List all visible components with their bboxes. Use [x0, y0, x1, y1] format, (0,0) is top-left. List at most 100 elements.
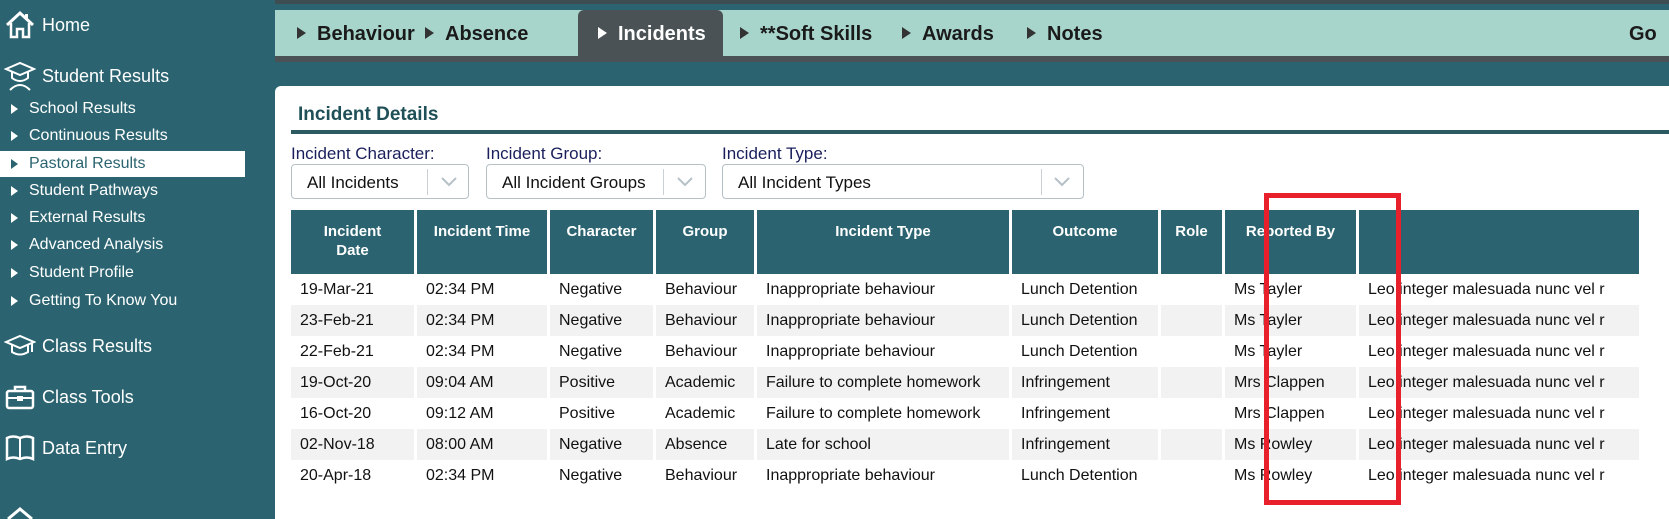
go-button[interactable]: Go — [1615, 10, 1669, 56]
table-row[interactable]: 02-Nov-18 08:00 AM Negative Absence Late for… — [291, 429, 1639, 460]
cell-group: Behaviour — [656, 305, 754, 336]
cell-incident-time: 09:04 AM — [417, 367, 547, 398]
cell-role — [1161, 398, 1222, 429]
cell-incident-date: 19-Oct-20 — [291, 367, 414, 398]
cell-role — [1161, 336, 1222, 367]
header-outcome[interactable]: Outcome — [1012, 210, 1158, 274]
tab-bar: Behaviour Absence Incidents **Soft Skill… — [275, 10, 1669, 56]
caret-right-icon — [11, 186, 18, 196]
header-details[interactable] — [1359, 210, 1639, 274]
cell-character: Positive — [550, 367, 653, 398]
header-group[interactable]: Group — [656, 210, 754, 274]
sidebar-item-student-results[interactable]: Student Results — [0, 56, 260, 96]
table-row[interactable]: 16-Oct-20 09:12 AM Positive Academic Failure… — [291, 398, 1639, 429]
sidebar-item-label: School Results — [29, 100, 136, 117]
tab-label: Awards — [922, 23, 994, 45]
header-role[interactable]: Role — [1161, 210, 1222, 274]
cell-incident-type: Inappropriate behaviour — [757, 336, 1009, 367]
tab-soft-skills[interactable]: **Soft Skills — [718, 10, 888, 56]
table-row[interactable]: 22-Feb-21 02:34 PM Negative Behaviour Inappr… — [291, 336, 1639, 367]
sidebar-item-external-results[interactable]: External Results — [0, 205, 245, 231]
header-label: Date — [336, 242, 369, 259]
cell-group: Academic — [656, 398, 754, 429]
header-incident-time[interactable]: Incident Time — [417, 210, 547, 274]
graduation-cap-icon — [4, 334, 36, 356]
table-row[interactable]: 23-Feb-21 02:34 PM Negative Behaviour Inappr… — [291, 305, 1639, 336]
header-reported-by[interactable]: Reported By — [1225, 210, 1356, 274]
cell-incident-type: Inappropriate behaviour — [757, 460, 1009, 491]
sidebar-item-label: Data Entry — [42, 437, 128, 458]
cell-role — [1161, 429, 1222, 460]
header-incident-date[interactable]: Incident Date — [291, 210, 414, 274]
cell-character: Negative — [550, 274, 653, 305]
divider — [1041, 169, 1042, 195]
divider — [291, 130, 1669, 134]
tab-notes[interactable]: Notes — [1005, 10, 1125, 56]
select-value: All Incident Groups — [502, 173, 646, 192]
incident-panel: Incident Details Incident Character: All… — [275, 86, 1669, 519]
caret-right-icon — [11, 131, 18, 141]
incident-character-select[interactable]: All Incidents — [291, 164, 469, 199]
divider — [663, 169, 664, 195]
cell-reported-by: Ms Rowley — [1225, 460, 1356, 491]
header-incident-type[interactable]: Incident Type — [757, 210, 1009, 274]
toolbox-icon — [5, 385, 35, 410]
cell-incident-time: 08:00 AM — [417, 429, 547, 460]
tab-label: Notes — [1047, 23, 1103, 45]
sidebar-item-student-profile[interactable]: Student Profile — [0, 260, 245, 286]
sidebar-item-school-results[interactable]: School Results — [0, 96, 245, 122]
tab-awards[interactable]: Awards — [880, 10, 1005, 56]
sidebar-item-getting-to-know-you[interactable]: Getting To Know You — [0, 288, 245, 314]
incident-type-select[interactable]: All Incident Types — [722, 164, 1084, 199]
tab-incidents[interactable]: Incidents — [578, 10, 723, 56]
sidebar-item-home[interactable]: Home — [0, 5, 260, 45]
table-row[interactable]: 19-Oct-20 09:04 AM Positive Academic Failure… — [291, 367, 1639, 398]
sidebar: Home Student Results School Results Cont… — [0, 0, 275, 519]
sidebar-item-label: Pastoral Results — [29, 155, 146, 172]
sidebar-item-continuous-results[interactable]: Continuous Results — [0, 123, 245, 149]
table-body: 19-Mar-21 02:34 PM Negative Behaviour Inappr… — [291, 274, 1639, 491]
panel-title: Incident Details — [298, 104, 439, 125]
cell-incident-type: Inappropriate behaviour — [757, 305, 1009, 336]
tab-label: **Soft Skills — [760, 23, 873, 45]
cell-reported-by: Ms Tayler — [1225, 274, 1356, 305]
incident-group-select[interactable]: All Incident Groups — [486, 164, 706, 199]
sidebar-item-class-tools[interactable]: Class Tools — [0, 377, 260, 417]
cell-role — [1161, 305, 1222, 336]
cell-outcome: Infringement — [1012, 367, 1158, 398]
caret-right-icon — [11, 159, 18, 169]
cell-group: Behaviour — [656, 460, 754, 491]
cell-outcome: Infringement — [1012, 429, 1158, 460]
table-row[interactable]: 20-Apr-18 02:34 PM Negative Behaviour Inappr… — [291, 460, 1639, 491]
header-strip — [275, 0, 1669, 4]
go-label: Go — [1629, 23, 1657, 45]
cell-details: Leo integer malesuada nunc vel r — [1359, 367, 1639, 398]
sidebar-item-advanced-analysis[interactable]: Advanced Analysis — [0, 232, 245, 258]
cell-details: Leo integer malesuada nunc vel r — [1359, 398, 1639, 429]
header-character[interactable]: Character — [550, 210, 653, 274]
caret-right-icon — [11, 104, 18, 114]
tab-absence[interactable]: Absence — [403, 10, 543, 56]
cell-incident-date: 22-Feb-21 — [291, 336, 414, 367]
sidebar-item-label: Continuous Results — [29, 127, 168, 144]
table-row[interactable]: 19-Mar-21 02:34 PM Negative Behaviour Inappr… — [291, 274, 1639, 305]
cell-incident-time: 02:34 PM — [417, 305, 547, 336]
chevron-down-icon — [1054, 177, 1070, 187]
sidebar-item-label: Class Results — [42, 335, 153, 356]
sidebar-item-class-results[interactable]: Class Results — [0, 326, 260, 366]
caret-right-icon — [11, 268, 18, 278]
caret-right-icon — [740, 27, 749, 39]
tab-behaviour[interactable]: Behaviour — [275, 10, 415, 56]
tab-label: Absence — [445, 23, 529, 45]
cell-incident-date: 19-Mar-21 — [291, 274, 414, 305]
sidebar-item-pastoral-results[interactable]: Pastoral Results — [0, 151, 245, 177]
cell-outcome: Lunch Detention — [1012, 336, 1158, 367]
sidebar-item-student-pathways[interactable]: Student Pathways — [0, 178, 245, 204]
caret-right-icon — [11, 213, 18, 223]
sidebar-item-label: Student Profile — [29, 264, 134, 281]
tab-bar-underline — [275, 56, 1669, 62]
chevron-down-icon — [441, 177, 457, 187]
sidebar-item-data-entry[interactable]: Data Entry — [0, 428, 260, 468]
cell-character: Negative — [550, 336, 653, 367]
caret-right-icon — [1027, 27, 1036, 39]
